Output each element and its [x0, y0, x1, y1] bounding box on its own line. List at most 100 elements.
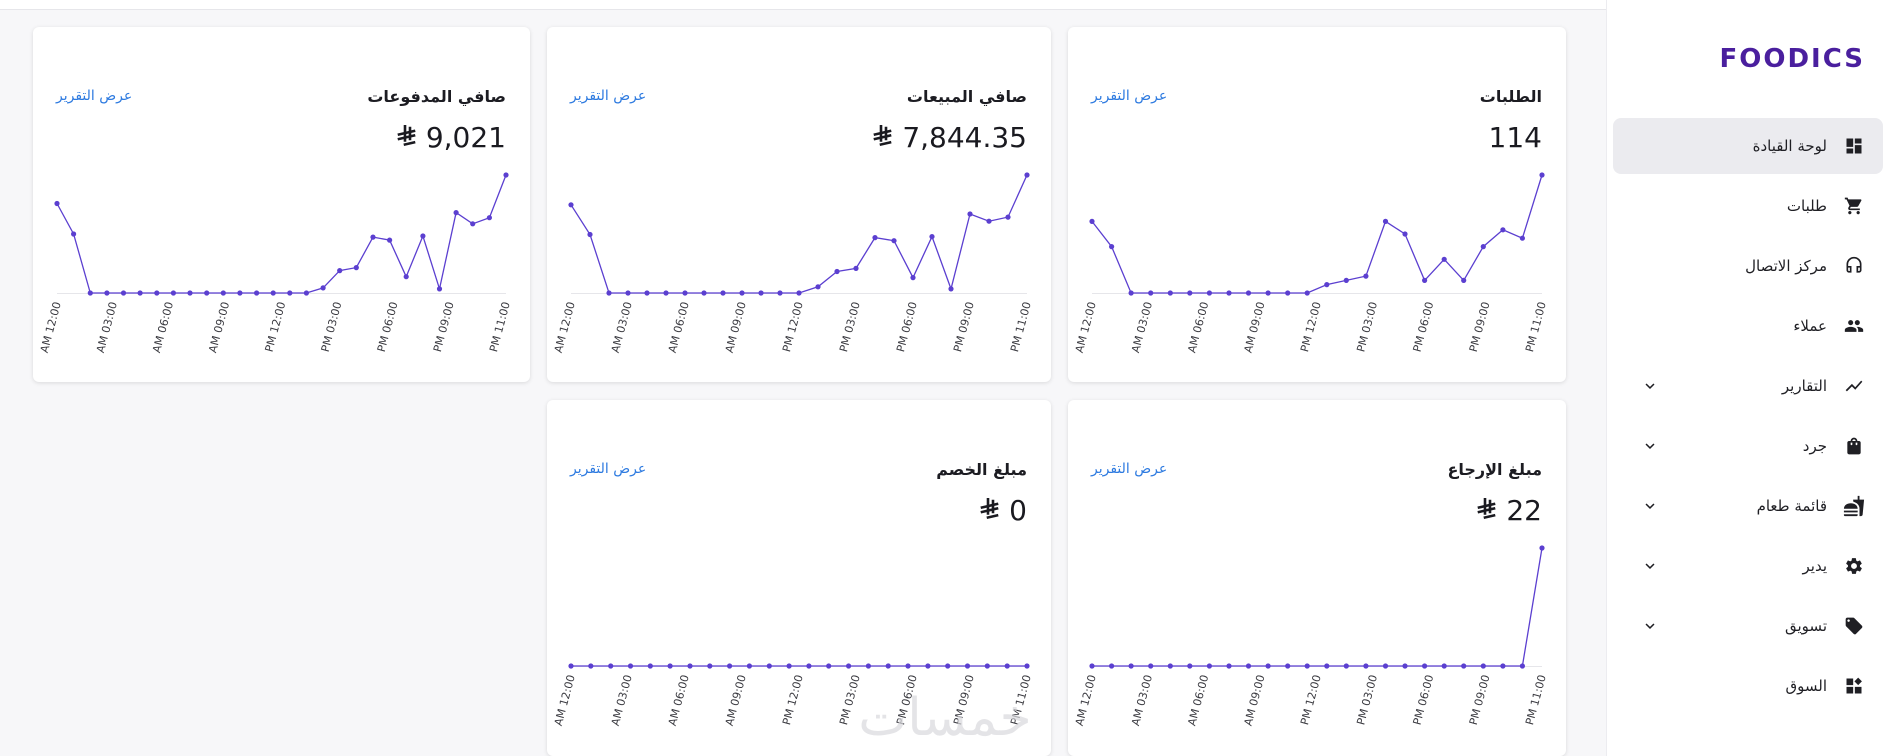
data-point[interactable] — [1187, 290, 1193, 296]
data-point[interactable] — [964, 663, 971, 669]
sidebar-item-9[interactable]: السوق — [1613, 658, 1883, 714]
data-point[interactable] — [826, 663, 832, 669]
sidebar-item-1[interactable]: طلبات — [1613, 178, 1883, 234]
data-point[interactable] — [470, 221, 476, 227]
data-point[interactable] — [853, 265, 859, 271]
data-point[interactable] — [486, 215, 492, 221]
data-point[interactable] — [1226, 290, 1232, 296]
data-point[interactable] — [1539, 545, 1545, 551]
data-point[interactable] — [865, 663, 871, 669]
data-point[interactable] — [727, 663, 733, 669]
data-point[interactable] — [720, 290, 726, 296]
data-point[interactable] — [303, 290, 309, 296]
sidebar-item-4[interactable]: التقارير — [1613, 358, 1883, 414]
data-point[interactable] — [707, 663, 713, 669]
data-point[interactable] — [1500, 227, 1506, 233]
view-report-link[interactable]: عرض التقرير — [570, 88, 646, 104]
data-point[interactable] — [1363, 273, 1369, 279]
data-point[interactable] — [71, 231, 77, 237]
data-point[interactable] — [1324, 282, 1330, 288]
data-point[interactable] — [967, 211, 973, 217]
view-report-link[interactable]: عرض التقرير — [1091, 88, 1167, 104]
data-point[interactable] — [436, 286, 443, 292]
data-point[interactable] — [872, 235, 878, 241]
data-point[interactable] — [588, 663, 594, 669]
data-point[interactable] — [237, 290, 243, 296]
data-point[interactable] — [682, 290, 688, 296]
data-point[interactable] — [1285, 290, 1291, 296]
data-point[interactable] — [1519, 663, 1525, 669]
data-point[interactable] — [104, 290, 110, 296]
data-point[interactable] — [1343, 277, 1349, 283]
data-point[interactable] — [403, 274, 409, 280]
data-point[interactable] — [87, 290, 93, 296]
data-point[interactable] — [625, 290, 631, 296]
data-point[interactable] — [254, 290, 260, 296]
data-point[interactable] — [1245, 663, 1252, 669]
data-point[interactable] — [891, 238, 897, 244]
data-point[interactable] — [1148, 663, 1154, 669]
data-point[interactable] — [187, 290, 193, 296]
data-point[interactable] — [54, 200, 60, 207]
data-point[interactable] — [204, 290, 210, 296]
data-point[interactable] — [701, 290, 707, 296]
data-point[interactable] — [948, 286, 954, 292]
data-point[interactable] — [815, 284, 821, 290]
data-point[interactable] — [1206, 290, 1212, 296]
data-point[interactable] — [287, 290, 293, 296]
data-point[interactable] — [758, 290, 764, 296]
sidebar-item-5[interactable]: جرد — [1613, 418, 1883, 474]
sidebar-item-7[interactable]: يدير — [1613, 538, 1883, 594]
data-point[interactable] — [1422, 663, 1428, 669]
data-point[interactable] — [1005, 214, 1011, 220]
data-point[interactable] — [1206, 663, 1212, 669]
data-point[interactable] — [1422, 277, 1428, 283]
data-point[interactable] — [905, 663, 911, 669]
view-report-link[interactable]: عرض التقرير — [1091, 461, 1167, 477]
data-point[interactable] — [1324, 663, 1330, 669]
data-point[interactable] — [1167, 663, 1173, 669]
data-point[interactable] — [739, 290, 745, 296]
sidebar-item-8[interactable]: تسويق — [1613, 598, 1883, 654]
data-point[interactable] — [120, 290, 127, 296]
data-point[interactable] — [137, 290, 143, 296]
chevron-down-icon[interactable] — [1641, 497, 1659, 515]
data-point[interactable] — [1226, 663, 1232, 669]
data-point[interactable] — [1441, 256, 1447, 262]
data-point[interactable] — [608, 663, 614, 669]
data-point[interactable] — [1402, 231, 1408, 237]
data-point[interactable] — [1089, 218, 1095, 224]
data-point[interactable] — [1128, 663, 1134, 669]
data-point[interactable] — [834, 268, 840, 275]
data-point[interactable] — [503, 172, 509, 178]
data-point[interactable] — [1004, 663, 1010, 669]
data-point[interactable] — [1519, 235, 1525, 241]
data-point[interactable] — [420, 233, 426, 239]
data-point[interactable] — [1461, 277, 1467, 283]
data-point[interactable] — [1265, 663, 1271, 669]
view-report-link[interactable]: عرض التقرير — [56, 88, 132, 104]
foodics-logo[interactable]: FOODICS — [1719, 44, 1865, 74]
data-point[interactable] — [687, 663, 693, 669]
data-point[interactable] — [984, 663, 990, 669]
data-point[interactable] — [777, 290, 783, 296]
data-point[interactable] — [806, 663, 812, 669]
data-point[interactable] — [170, 290, 176, 296]
data-point[interactable] — [353, 265, 359, 271]
chevron-down-icon[interactable] — [1641, 437, 1659, 455]
data-point[interactable] — [1343, 663, 1349, 669]
data-point[interactable] — [370, 234, 376, 240]
data-point[interactable] — [796, 290, 802, 296]
data-point[interactable] — [1363, 663, 1369, 669]
data-point[interactable] — [1265, 290, 1271, 296]
data-point[interactable] — [1382, 663, 1389, 669]
data-point[interactable] — [1539, 172, 1545, 178]
data-point[interactable] — [1461, 663, 1467, 669]
sidebar-item-3[interactable]: عملاء — [1613, 298, 1883, 354]
data-point[interactable] — [910, 275, 916, 281]
data-point[interactable] — [644, 290, 650, 296]
data-point[interactable] — [766, 663, 772, 669]
data-point[interactable] — [846, 663, 852, 669]
data-point[interactable] — [986, 218, 992, 224]
data-point[interactable] — [1187, 663, 1193, 669]
